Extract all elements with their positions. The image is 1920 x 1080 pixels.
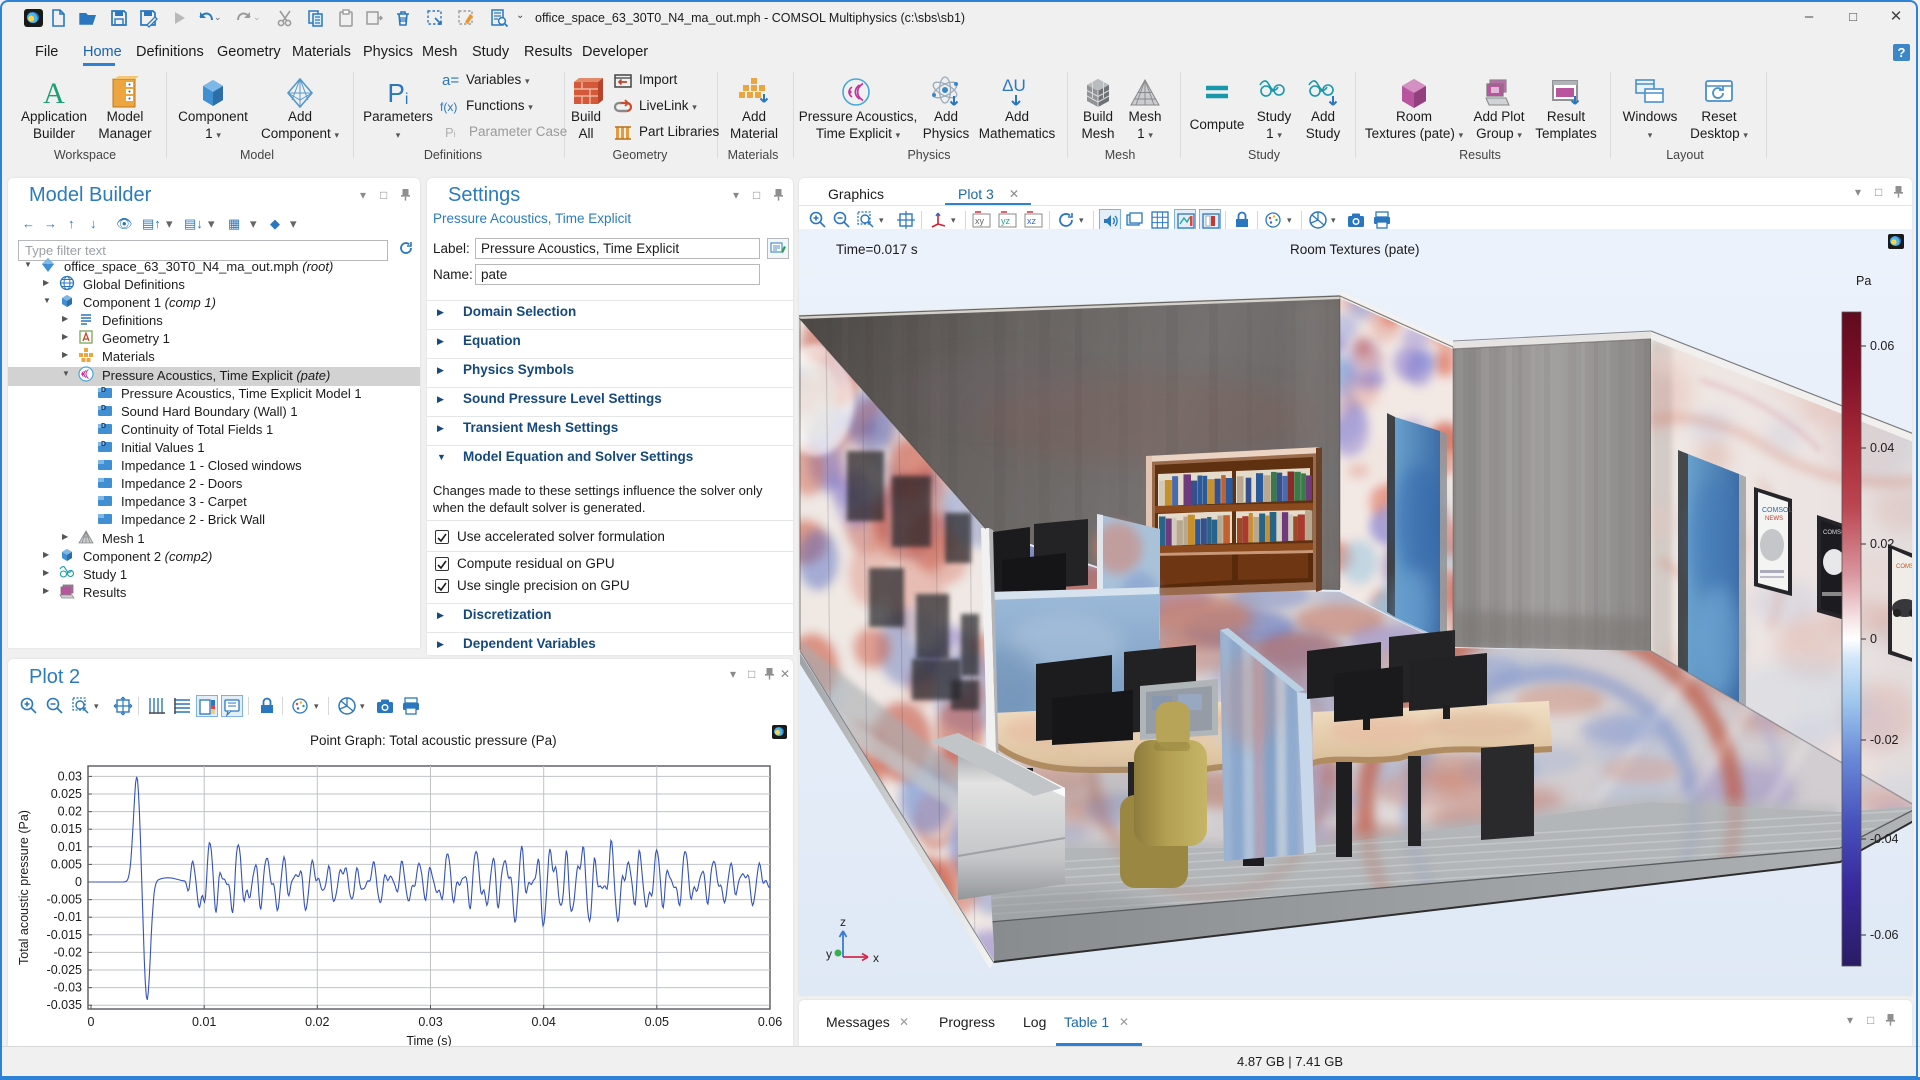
svg-text:-0.02: -0.02 xyxy=(1870,733,1899,747)
svg-text:-0.06: -0.06 xyxy=(1870,928,1899,942)
svg-text:NEWS: NEWS xyxy=(1765,516,1783,522)
svg-text:0.015: 0.015 xyxy=(51,822,82,836)
svg-text:0: 0 xyxy=(75,875,82,889)
svg-text:0.025: 0.025 xyxy=(51,787,82,801)
svg-text:D: D xyxy=(101,405,106,412)
svg-text:0.05: 0.05 xyxy=(645,1015,669,1029)
svg-text:0.02: 0.02 xyxy=(305,1015,329,1029)
svg-text:D: D xyxy=(101,423,106,430)
svg-text:x: x xyxy=(873,951,879,965)
svg-text:Time=0.017 s: Time=0.017 s xyxy=(836,242,918,257)
svg-text:-0.005: -0.005 xyxy=(47,893,82,907)
svg-text:-0.04: -0.04 xyxy=(1870,832,1899,846)
svg-text:COMSOL: COMSOL xyxy=(1762,507,1792,514)
svg-text:f(x): f(x) xyxy=(440,100,457,114)
svg-text:0.03: 0.03 xyxy=(58,769,82,783)
svg-text:A: A xyxy=(43,77,65,110)
svg-text:y: y xyxy=(826,947,832,961)
svg-text:D: D xyxy=(101,441,106,448)
svg-text:-0.03: -0.03 xyxy=(54,981,83,995)
svg-text:-0.02: -0.02 xyxy=(54,945,83,959)
svg-text:Pi: Pi xyxy=(445,125,456,140)
svg-text:0.04: 0.04 xyxy=(532,1015,556,1029)
svg-text:xy: xy xyxy=(975,216,985,226)
svg-text:Room Textures (pate): Room Textures (pate) xyxy=(1290,242,1420,257)
svg-text:Time (s): Time (s) xyxy=(406,1034,451,1046)
svg-text:-0.025: -0.025 xyxy=(47,963,82,977)
svg-text:0.02: 0.02 xyxy=(1870,537,1894,551)
svg-text:a=: a= xyxy=(442,72,459,89)
svg-text:Pi: Pi xyxy=(388,78,409,108)
svg-text:0.005: 0.005 xyxy=(51,857,82,871)
svg-text:0.04: 0.04 xyxy=(1870,441,1894,455)
svg-text:yz: yz xyxy=(1001,216,1011,226)
svg-text:Pa: Pa xyxy=(1856,274,1871,288)
svg-text:COMSOL: COMSOL xyxy=(1896,564,1912,570)
svg-text:0.01: 0.01 xyxy=(58,840,82,854)
svg-text:0.02: 0.02 xyxy=(58,805,82,819)
svg-text:0: 0 xyxy=(88,1015,95,1029)
svg-text:0.03: 0.03 xyxy=(418,1015,442,1029)
svg-text:-0.01: -0.01 xyxy=(54,910,83,924)
svg-text:0.01: 0.01 xyxy=(192,1015,216,1029)
svg-text:z: z xyxy=(840,915,846,929)
svg-text:0: 0 xyxy=(1870,632,1877,646)
svg-text:ΔU: ΔU xyxy=(1002,76,1026,95)
svg-text:xz: xz xyxy=(1027,216,1037,226)
svg-text:-0.015: -0.015 xyxy=(47,928,82,942)
svg-text:Total acoustic pressure (Pa): Total acoustic pressure (Pa) xyxy=(17,810,31,965)
svg-text:D: D xyxy=(101,387,106,394)
svg-text:0.06: 0.06 xyxy=(1870,339,1894,353)
svg-text:-0.035: -0.035 xyxy=(47,998,82,1012)
svg-text:0.06: 0.06 xyxy=(758,1015,782,1029)
